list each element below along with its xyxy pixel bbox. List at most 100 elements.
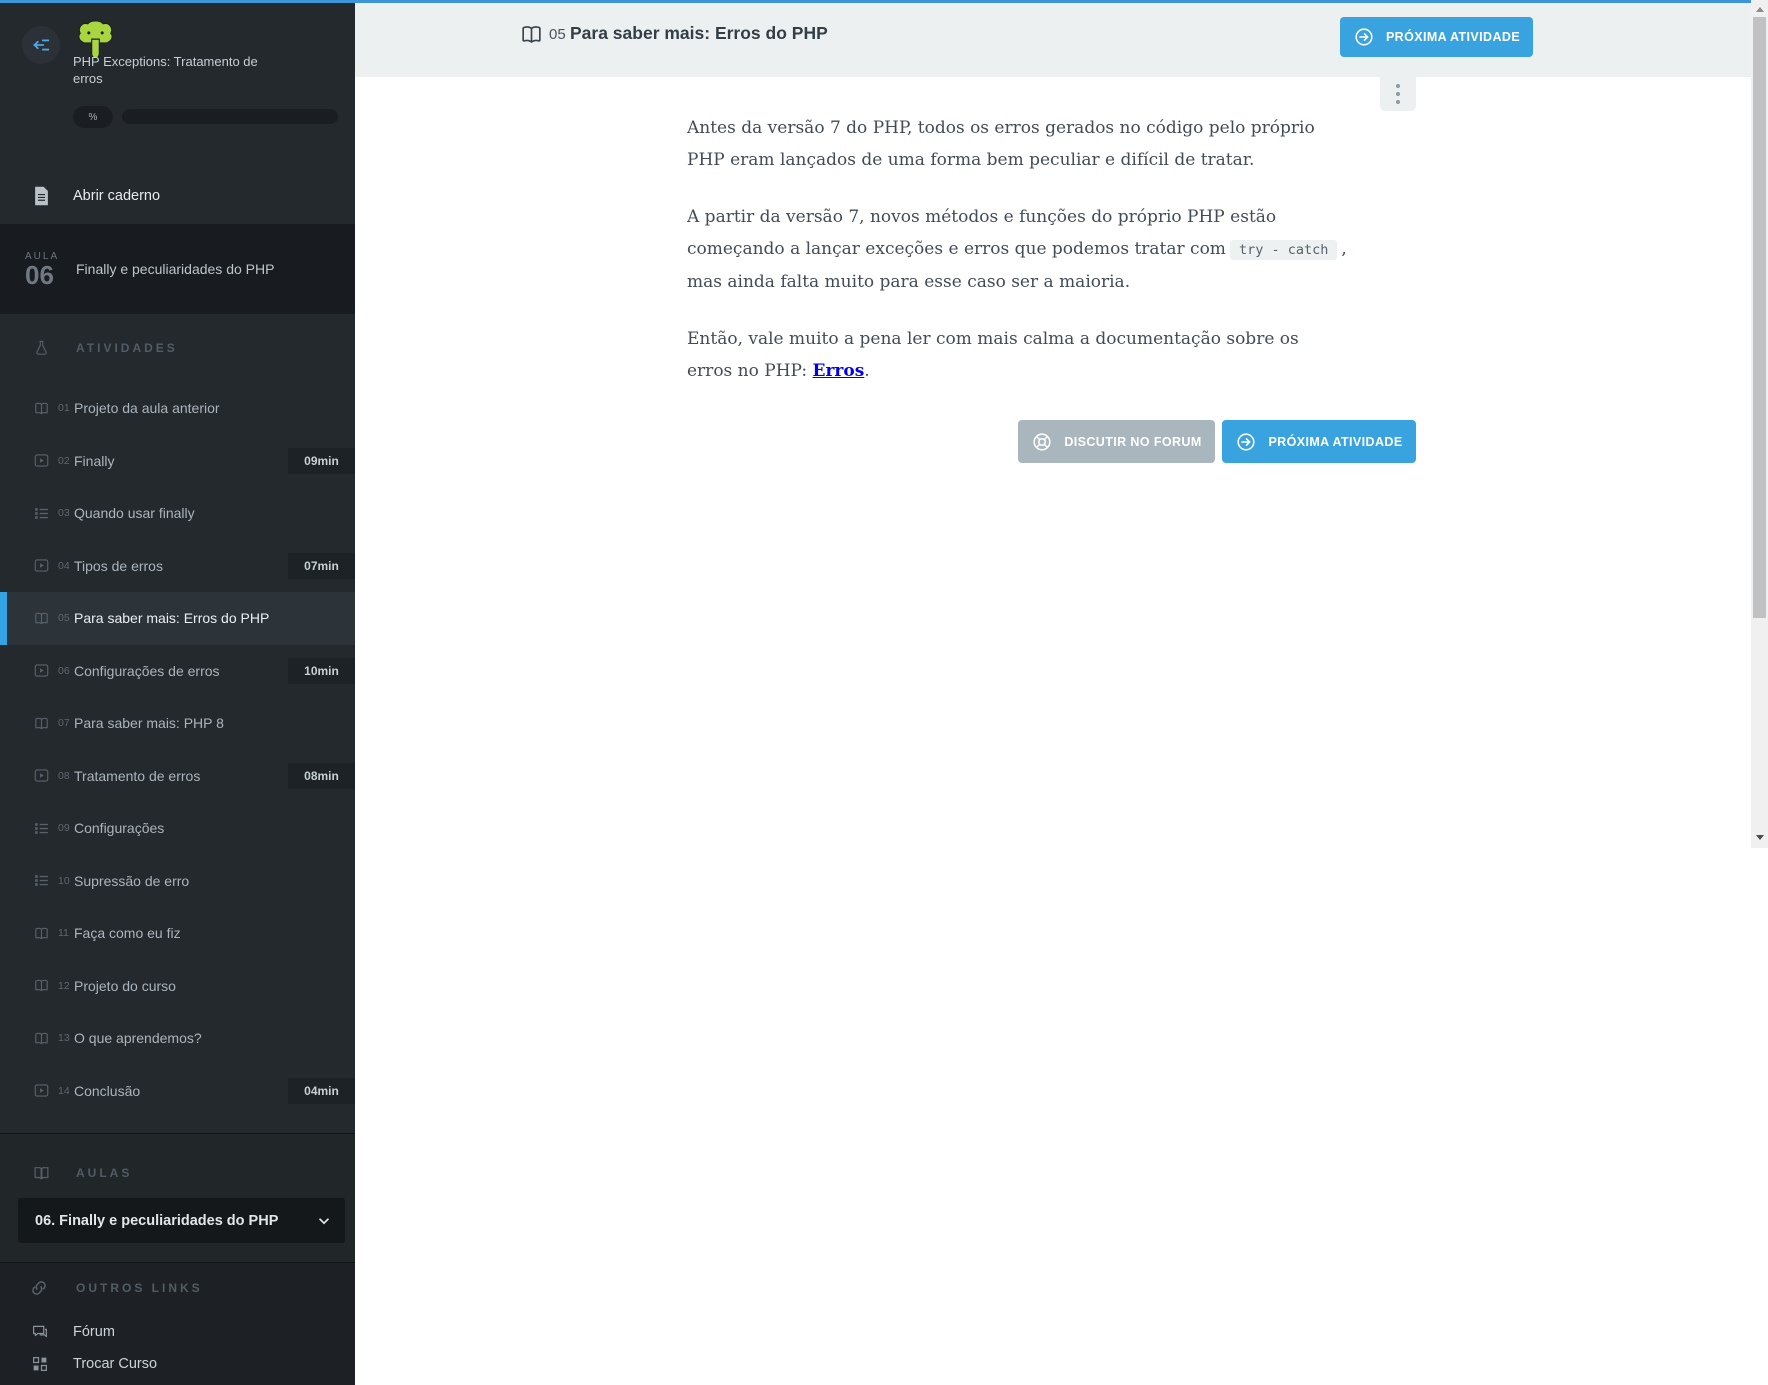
forum-ring-icon	[1031, 431, 1053, 453]
activity-item-label: Supressão de erro	[74, 873, 189, 889]
other-link-label: Fórum	[73, 1324, 115, 1340]
activity-item-number: 12	[58, 980, 74, 992]
inline-code: try - catch	[1230, 240, 1337, 260]
lesson-select-dropdown[interactable]: 06. Finally e peculiaridades do PHP	[18, 1198, 345, 1243]
other-links-section: OUTROS LINKS Fórum Trocar Curso	[0, 1263, 355, 1385]
activity-duration-badge: 04min	[288, 1078, 355, 1104]
activity-item-number: 10	[58, 875, 74, 887]
discuss-forum-button[interactable]: DISCUTIR NO FORUM	[1018, 420, 1215, 463]
book-icon	[33, 977, 50, 994]
activity-item-11[interactable]: 11Faça como eu fiz	[0, 907, 355, 960]
next-activity-button-top[interactable]: PRÓXIMA ATIVIDADE	[1340, 17, 1533, 57]
collapse-sidebar-icon	[30, 34, 52, 56]
links-icon	[28, 1277, 50, 1299]
activity-item-number: 05	[58, 612, 74, 624]
arrow-right-circle-icon	[1235, 431, 1257, 453]
activity-item-label: Tipos de erros	[74, 558, 163, 574]
activity-content: Antes da versão 7 do PHP, todos os erros…	[687, 112, 1347, 412]
activity-item-label: Quando usar finally	[74, 505, 195, 521]
other-links-header: OUTROS LINKS	[0, 1271, 355, 1305]
activity-item-10[interactable]: 10Supressão de erro	[0, 855, 355, 908]
activity-item-08[interactable]: 08Tratamento de erros08min	[0, 750, 355, 803]
activity-item-13[interactable]: 13O que aprendemos?	[0, 1012, 355, 1065]
scroll-down-arrow[interactable]	[1751, 830, 1768, 844]
activity-number: 05	[549, 26, 566, 43]
book-icon	[33, 610, 50, 627]
activity-item-07[interactable]: 07Para saber mais: PHP 8	[0, 697, 355, 750]
activity-item-label: Projeto da aula anterior	[74, 400, 220, 416]
activity-item-label: Configurações de erros	[74, 663, 220, 679]
collapse-sidebar-button[interactable]	[22, 26, 60, 64]
activity-item-number: 14	[58, 1085, 74, 1097]
activity-item-label: Finally	[74, 453, 114, 469]
switch-course-icon	[31, 1355, 49, 1373]
book-icon	[33, 925, 50, 942]
aulas-section-header: AULAS	[0, 1156, 355, 1190]
video-icon	[33, 767, 50, 784]
activity-duration-badge: 09min	[288, 448, 355, 474]
progress-bar	[122, 109, 338, 124]
chevron-down-icon	[317, 1214, 331, 1228]
notebook-icon	[33, 186, 50, 206]
top-accent-line	[0, 0, 1751, 3]
activity-item-label: Faça como eu fiz	[74, 925, 181, 941]
erros-doc-link[interactable]: Erros	[813, 361, 865, 381]
activity-item-05[interactable]: 05Para saber mais: Erros do PHP	[0, 592, 355, 645]
activity-duration-badge: 08min	[288, 763, 355, 789]
activities-list: 01Projeto da aula anterior 02Finally 09min…	[0, 382, 355, 1117]
activity-item-number: 07	[58, 717, 74, 729]
list-icon	[33, 505, 50, 522]
video-icon	[33, 1082, 50, 1099]
content-options-kebab-button[interactable]	[1380, 77, 1416, 111]
activity-item-label: Conclusão	[74, 1083, 140, 1099]
other-link-trocar-curso[interactable]: Trocar Curso	[0, 1348, 355, 1380]
kebab-dot	[1396, 100, 1400, 104]
scroll-up-arrow[interactable]	[1751, 2, 1768, 16]
next-activity-label: PRÓXIMA ATIVIDADE	[1386, 30, 1520, 44]
activity-item-01[interactable]: 01Projeto da aula anterior	[0, 382, 355, 435]
course-title: PHP Exceptions: Tratamento de erros	[73, 53, 278, 87]
other-link-label: Trocar Curso	[73, 1356, 157, 1372]
vertical-scrollbar[interactable]	[1751, 0, 1768, 848]
scrollbar-thumb[interactable]	[1753, 17, 1766, 618]
activities-section-header: ATIVIDADES	[0, 330, 355, 366]
aulas-header-label: AULAS	[76, 1166, 132, 1180]
book-icon	[33, 715, 50, 732]
discuss-forum-label: DISCUTIR NO FORUM	[1064, 435, 1201, 449]
activity-item-label: Tratamento de erros	[74, 768, 200, 784]
activity-title: Para saber mais: Erros do PHP	[570, 23, 828, 44]
open-book-icon	[33, 1163, 50, 1183]
open-notebook-label: Abrir caderno	[73, 188, 160, 204]
activity-item-03[interactable]: 03Quando usar finally	[0, 487, 355, 540]
list-icon	[33, 872, 50, 889]
activity-item-label: Para saber mais: PHP 8	[74, 715, 224, 731]
activity-item-number: 04	[58, 560, 74, 572]
next-activity-button-bottom[interactable]: PRÓXIMA ATIVIDADE	[1222, 420, 1416, 463]
activity-item-number: 03	[58, 507, 74, 519]
open-notebook-button[interactable]: Abrir caderno	[0, 168, 355, 224]
activity-duration-badge: 10min	[288, 658, 355, 684]
activity-item-09[interactable]: 09Configurações	[0, 802, 355, 855]
forum-icon	[31, 1323, 49, 1341]
paragraph: A partir da versão 7, novos métodos e fu…	[687, 201, 1347, 298]
video-icon	[33, 662, 50, 679]
activity-type-book-icon	[519, 21, 544, 48]
other-link-fórum[interactable]: Fórum	[0, 1316, 355, 1348]
activity-footer-buttons: DISCUTIR NO FORUM PRÓXIMA ATIVIDADE	[1018, 420, 1416, 463]
kebab-dot	[1396, 84, 1400, 88]
activity-duration-badge: 07min	[288, 553, 355, 579]
activity-item-02[interactable]: 02Finally 09min	[0, 435, 355, 488]
activity-item-number: 06	[58, 665, 74, 677]
activities-header-label: ATIVIDADES	[76, 341, 178, 355]
activity-item-12[interactable]: 12Projeto do curso	[0, 960, 355, 1013]
activity-item-04[interactable]: 04Tipos de erros 07min	[0, 540, 355, 593]
activity-item-06[interactable]: 06Configurações de erros 10min	[0, 645, 355, 698]
activity-item-number: 01	[58, 402, 74, 414]
activity-item-label: O que aprendemos?	[74, 1030, 202, 1046]
book-icon	[33, 400, 50, 417]
selected-lesson-label: 06. Finally e peculiaridades do PHP	[35, 1213, 317, 1229]
activity-item-number: 02	[58, 455, 74, 467]
course-page: PHP Exceptions: Tratamento de erros % Ab…	[0, 0, 1768, 1385]
other-links-header-label: OUTROS LINKS	[76, 1281, 203, 1295]
activity-item-14[interactable]: 14Conclusão 04min	[0, 1065, 355, 1118]
